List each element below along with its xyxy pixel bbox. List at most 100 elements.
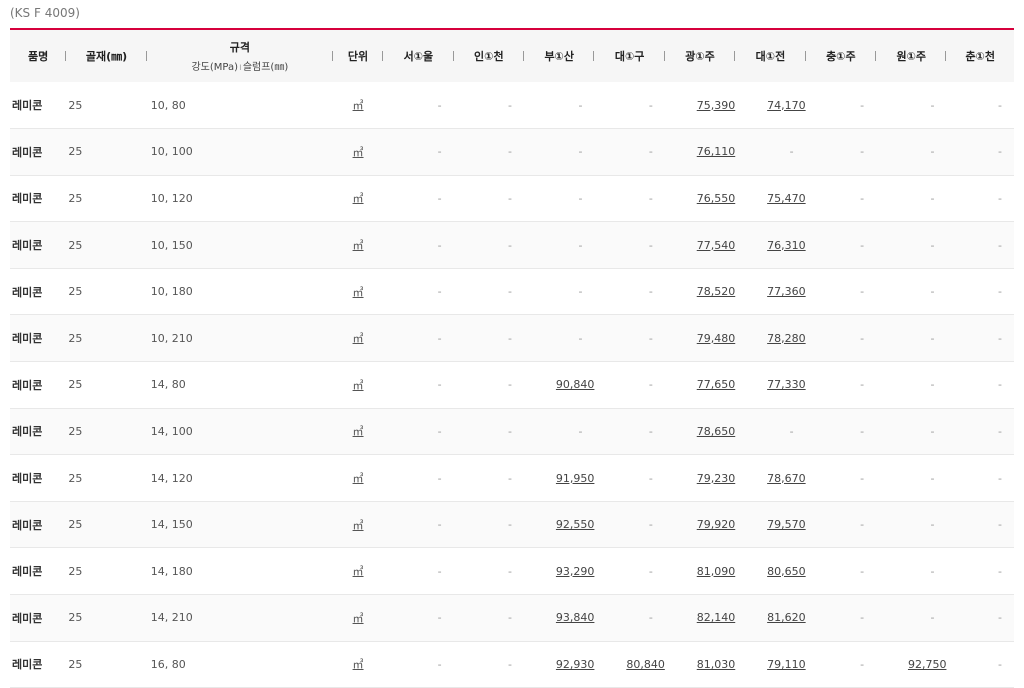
price-empty: - [930, 191, 935, 205]
price-link[interactable]: 79,480 [697, 332, 736, 345]
price-link[interactable]: 93,290 [556, 565, 595, 578]
cell-price: - [946, 222, 1014, 269]
price-empty: - [437, 331, 442, 345]
cell-price: 77,330 [735, 362, 806, 409]
cell-price: - [806, 455, 876, 502]
unit-link[interactable]: ㎥ [353, 286, 364, 299]
price-empty: - [508, 378, 513, 392]
price-link[interactable]: 75,470 [767, 192, 806, 205]
price-table: 품명 골재(㎜) 규격 강도(MPa)ı슬럼프(㎜) 단위 서①울 인①천 부①… [10, 28, 1014, 688]
price-link[interactable]: 93,840 [556, 611, 595, 624]
price-link[interactable]: 80,650 [767, 565, 806, 578]
price-link[interactable]: 76,310 [767, 239, 806, 252]
cell-aggregate: 25 [68, 285, 83, 299]
price-link[interactable]: 81,620 [767, 611, 806, 624]
price-link[interactable]: 81,030 [697, 658, 736, 671]
price-link[interactable]: 78,520 [697, 285, 736, 298]
table-row: 레미콘 25 10, 120 ㎥ - - - - 76,550 75,470 - - - [10, 175, 1014, 222]
price-link[interactable]: 75,390 [697, 99, 736, 112]
price-link[interactable]: 76,550 [697, 192, 736, 205]
cell-price: 80,650 [735, 548, 806, 595]
price-empty: - [930, 564, 935, 578]
price-link[interactable]: 90,840 [556, 378, 595, 391]
price-empty: - [648, 285, 653, 299]
price-link[interactable]: 74,170 [767, 99, 806, 112]
cell-product: 레미콘 [12, 518, 43, 532]
table-row: 레미콘 25 14, 120 ㎥ - - 91,950 - 79,230 78,670 - - - [10, 455, 1014, 502]
price-empty: - [998, 285, 1002, 299]
cell-spec: 10, 100 [150, 145, 193, 159]
header-spec-sub: 강도(MPa)ı슬럼프(㎜) [191, 62, 289, 73]
unit-link[interactable]: ㎥ [353, 99, 364, 112]
cell-price: - [383, 408, 453, 455]
price-link[interactable]: 76,110 [697, 145, 736, 158]
cell-price: - [735, 129, 805, 176]
unit-link[interactable]: ㎥ [353, 472, 364, 485]
cell-price: - [946, 129, 1014, 176]
unit-link[interactable]: ㎥ [353, 658, 364, 671]
price-empty: - [930, 471, 935, 485]
price-link[interactable]: 77,330 [767, 378, 806, 391]
price-link[interactable]: 78,670 [767, 472, 806, 485]
cell-spec: 14, 120 [150, 471, 193, 485]
price-link[interactable]: 92,550 [556, 518, 595, 531]
price-link[interactable]: 79,570 [767, 518, 806, 531]
cell-price: 92,930 [524, 641, 595, 688]
cell-price: - [594, 82, 664, 129]
price-empty: - [437, 285, 442, 299]
header-unit: 단위 [333, 29, 384, 82]
price-link[interactable]: 92,930 [556, 658, 595, 671]
unit-link[interactable]: ㎥ [353, 565, 364, 578]
price-empty: - [648, 378, 653, 392]
price-empty: - [998, 471, 1002, 485]
unit-link[interactable]: ㎥ [353, 612, 364, 625]
cell-price: 81,030 [665, 641, 736, 688]
cell-price: 90,840 [524, 362, 595, 409]
price-empty: - [860, 611, 865, 625]
price-empty: - [860, 471, 865, 485]
price-link[interactable]: 80,840 [626, 658, 665, 671]
cell-spec: 14, 100 [150, 424, 193, 438]
cell-price: 75,470 [735, 175, 806, 222]
price-link[interactable]: 77,360 [767, 285, 806, 298]
unit-link[interactable]: ㎥ [353, 425, 364, 438]
unit-link[interactable]: ㎥ [353, 519, 364, 532]
unit-link[interactable]: ㎥ [353, 146, 364, 159]
price-empty: - [508, 238, 513, 252]
cell-unit: ㎥ [333, 595, 383, 642]
cell-price: - [876, 82, 946, 129]
price-empty: - [437, 378, 442, 392]
price-link[interactable]: 81,090 [697, 565, 736, 578]
cell-spec: 14, 150 [150, 518, 193, 532]
cell-price: 81,620 [735, 595, 806, 642]
price-empty: - [648, 564, 653, 578]
price-empty: - [437, 611, 442, 625]
price-link[interactable]: 78,650 [697, 425, 736, 438]
table-row: 레미콘 25 14, 80 ㎥ - - 90,840 - 77,650 77,330 - - - [10, 362, 1014, 409]
unit-link[interactable]: ㎥ [353, 332, 364, 345]
cell-price: - [383, 82, 453, 129]
price-link[interactable]: 78,280 [767, 332, 806, 345]
cell-aggregate: 25 [68, 238, 83, 252]
unit-link[interactable]: ㎥ [353, 239, 364, 252]
price-link[interactable]: 79,110 [767, 658, 806, 671]
cell-product: 레미콘 [12, 239, 43, 253]
price-link[interactable]: 79,230 [697, 472, 736, 485]
cell-price: - [594, 548, 664, 595]
price-link[interactable]: 77,540 [697, 239, 736, 252]
cell-price: 78,650 [665, 408, 736, 455]
price-link[interactable]: 92,750 [908, 658, 947, 671]
price-empty: - [930, 285, 935, 299]
cell-product: 레미콘 [12, 378, 43, 392]
price-empty: - [860, 98, 865, 112]
price-link[interactable]: 91,950 [556, 472, 595, 485]
unit-link[interactable]: ㎥ [353, 192, 364, 205]
price-link[interactable]: 77,650 [697, 378, 736, 391]
cell-price: - [594, 268, 664, 315]
unit-link[interactable]: ㎥ [353, 379, 364, 392]
price-empty: - [648, 424, 653, 438]
price-link[interactable]: 79,920 [697, 518, 736, 531]
price-link[interactable]: 82,140 [697, 611, 736, 624]
price-empty: - [998, 191, 1002, 205]
cell-spec: 10, 150 [150, 238, 193, 252]
